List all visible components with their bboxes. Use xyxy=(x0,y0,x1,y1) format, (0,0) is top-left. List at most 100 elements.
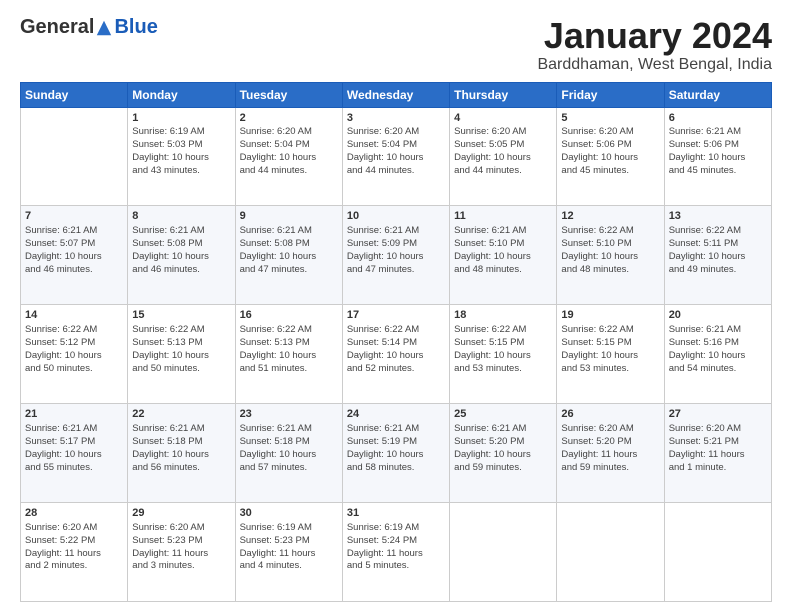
calendar-cell: 15Sunrise: 6:22 AM Sunset: 5:13 PM Dayli… xyxy=(128,305,235,404)
calendar-header-row: Sunday Monday Tuesday Wednesday Thursday… xyxy=(21,82,772,107)
day-number: 22 xyxy=(132,407,230,422)
logo-blue: Blue xyxy=(114,16,157,39)
col-wednesday: Wednesday xyxy=(342,82,449,107)
day-info: Sunrise: 6:20 AM Sunset: 5:21 PM Dayligh… xyxy=(669,423,767,474)
calendar-cell: 8Sunrise: 6:21 AM Sunset: 5:08 PM Daylig… xyxy=(128,206,235,305)
calendar-cell xyxy=(21,107,128,206)
calendar-cell: 21Sunrise: 6:21 AM Sunset: 5:17 PM Dayli… xyxy=(21,404,128,503)
day-info: Sunrise: 6:20 AM Sunset: 5:04 PM Dayligh… xyxy=(347,126,445,177)
day-info: Sunrise: 6:21 AM Sunset: 5:18 PM Dayligh… xyxy=(240,423,338,474)
calendar-cell xyxy=(664,503,771,602)
day-number: 17 xyxy=(347,308,445,323)
calendar-cell: 6Sunrise: 6:21 AM Sunset: 5:06 PM Daylig… xyxy=(664,107,771,206)
day-info: Sunrise: 6:22 AM Sunset: 5:15 PM Dayligh… xyxy=(561,324,659,375)
day-number: 5 xyxy=(561,111,659,126)
day-number: 23 xyxy=(240,407,338,422)
calendar-cell: 20Sunrise: 6:21 AM Sunset: 5:16 PM Dayli… xyxy=(664,305,771,404)
calendar-cell: 10Sunrise: 6:21 AM Sunset: 5:09 PM Dayli… xyxy=(342,206,449,305)
calendar-week-3: 14Sunrise: 6:22 AM Sunset: 5:12 PM Dayli… xyxy=(21,305,772,404)
calendar-cell: 29Sunrise: 6:20 AM Sunset: 5:23 PM Dayli… xyxy=(128,503,235,602)
calendar-cell: 19Sunrise: 6:22 AM Sunset: 5:15 PM Dayli… xyxy=(557,305,664,404)
day-number: 9 xyxy=(240,209,338,224)
day-number: 6 xyxy=(669,111,767,126)
day-number: 8 xyxy=(132,209,230,224)
col-tuesday: Tuesday xyxy=(235,82,342,107)
calendar-cell: 25Sunrise: 6:21 AM Sunset: 5:20 PM Dayli… xyxy=(450,404,557,503)
calendar-cell: 5Sunrise: 6:20 AM Sunset: 5:06 PM Daylig… xyxy=(557,107,664,206)
calendar-cell: 24Sunrise: 6:21 AM Sunset: 5:19 PM Dayli… xyxy=(342,404,449,503)
calendar-cell: 28Sunrise: 6:20 AM Sunset: 5:22 PM Dayli… xyxy=(21,503,128,602)
day-info: Sunrise: 6:21 AM Sunset: 5:20 PM Dayligh… xyxy=(454,423,552,474)
day-info: Sunrise: 6:21 AM Sunset: 5:16 PM Dayligh… xyxy=(669,324,767,375)
calendar-cell: 1Sunrise: 6:19 AM Sunset: 5:03 PM Daylig… xyxy=(128,107,235,206)
day-number: 14 xyxy=(25,308,123,323)
day-number: 2 xyxy=(240,111,338,126)
day-number: 24 xyxy=(347,407,445,422)
day-number: 25 xyxy=(454,407,552,422)
calendar-cell: 14Sunrise: 6:22 AM Sunset: 5:12 PM Dayli… xyxy=(21,305,128,404)
day-info: Sunrise: 6:20 AM Sunset: 5:23 PM Dayligh… xyxy=(132,522,230,573)
calendar-week-4: 21Sunrise: 6:21 AM Sunset: 5:17 PM Dayli… xyxy=(21,404,772,503)
day-info: Sunrise: 6:21 AM Sunset: 5:10 PM Dayligh… xyxy=(454,225,552,276)
calendar-cell: 18Sunrise: 6:22 AM Sunset: 5:15 PM Dayli… xyxy=(450,305,557,404)
day-number: 19 xyxy=(561,308,659,323)
calendar-cell: 3Sunrise: 6:20 AM Sunset: 5:04 PM Daylig… xyxy=(342,107,449,206)
col-thursday: Thursday xyxy=(450,82,557,107)
calendar-cell: 26Sunrise: 6:20 AM Sunset: 5:20 PM Dayli… xyxy=(557,404,664,503)
day-info: Sunrise: 6:20 AM Sunset: 5:04 PM Dayligh… xyxy=(240,126,338,177)
day-number: 28 xyxy=(25,506,123,521)
day-info: Sunrise: 6:21 AM Sunset: 5:19 PM Dayligh… xyxy=(347,423,445,474)
calendar-cell: 13Sunrise: 6:22 AM Sunset: 5:11 PM Dayli… xyxy=(664,206,771,305)
calendar-cell: 4Sunrise: 6:20 AM Sunset: 5:05 PM Daylig… xyxy=(450,107,557,206)
day-number: 7 xyxy=(25,209,123,224)
day-info: Sunrise: 6:22 AM Sunset: 5:15 PM Dayligh… xyxy=(454,324,552,375)
logo-general: General xyxy=(20,16,94,39)
day-info: Sunrise: 6:21 AM Sunset: 5:08 PM Dayligh… xyxy=(132,225,230,276)
day-number: 30 xyxy=(240,506,338,521)
calendar-cell xyxy=(450,503,557,602)
day-number: 12 xyxy=(561,209,659,224)
day-info: Sunrise: 6:21 AM Sunset: 5:08 PM Dayligh… xyxy=(240,225,338,276)
calendar-cell: 11Sunrise: 6:21 AM Sunset: 5:10 PM Dayli… xyxy=(450,206,557,305)
day-info: Sunrise: 6:22 AM Sunset: 5:13 PM Dayligh… xyxy=(240,324,338,375)
location: Barddhaman, West Bengal, India xyxy=(537,56,772,74)
day-info: Sunrise: 6:19 AM Sunset: 5:24 PM Dayligh… xyxy=(347,522,445,573)
calendar: Sunday Monday Tuesday Wednesday Thursday… xyxy=(20,82,772,602)
day-info: Sunrise: 6:21 AM Sunset: 5:18 PM Dayligh… xyxy=(132,423,230,474)
day-info: Sunrise: 6:22 AM Sunset: 5:11 PM Dayligh… xyxy=(669,225,767,276)
col-saturday: Saturday xyxy=(664,82,771,107)
calendar-cell: 16Sunrise: 6:22 AM Sunset: 5:13 PM Dayli… xyxy=(235,305,342,404)
calendar-week-5: 28Sunrise: 6:20 AM Sunset: 5:22 PM Dayli… xyxy=(21,503,772,602)
calendar-cell: 27Sunrise: 6:20 AM Sunset: 5:21 PM Dayli… xyxy=(664,404,771,503)
col-friday: Friday xyxy=(557,82,664,107)
day-info: Sunrise: 6:20 AM Sunset: 5:05 PM Dayligh… xyxy=(454,126,552,177)
title-block: January 2024 Barddhaman, West Bengal, In… xyxy=(537,16,772,74)
day-number: 18 xyxy=(454,308,552,323)
day-number: 4 xyxy=(454,111,552,126)
calendar-cell: 31Sunrise: 6:19 AM Sunset: 5:24 PM Dayli… xyxy=(342,503,449,602)
day-number: 31 xyxy=(347,506,445,521)
calendar-cell: 9Sunrise: 6:21 AM Sunset: 5:08 PM Daylig… xyxy=(235,206,342,305)
calendar-cell xyxy=(557,503,664,602)
page: General Blue January 2024 Barddhaman, We… xyxy=(0,0,792,612)
day-info: Sunrise: 6:21 AM Sunset: 5:09 PM Dayligh… xyxy=(347,225,445,276)
day-info: Sunrise: 6:20 AM Sunset: 5:20 PM Dayligh… xyxy=(561,423,659,474)
day-number: 26 xyxy=(561,407,659,422)
day-number: 15 xyxy=(132,308,230,323)
calendar-cell: 7Sunrise: 6:21 AM Sunset: 5:07 PM Daylig… xyxy=(21,206,128,305)
col-sunday: Sunday xyxy=(21,82,128,107)
day-info: Sunrise: 6:22 AM Sunset: 5:13 PM Dayligh… xyxy=(132,324,230,375)
day-info: Sunrise: 6:19 AM Sunset: 5:23 PM Dayligh… xyxy=(240,522,338,573)
day-number: 1 xyxy=(132,111,230,126)
day-info: Sunrise: 6:21 AM Sunset: 5:07 PM Dayligh… xyxy=(25,225,123,276)
calendar-cell: 23Sunrise: 6:21 AM Sunset: 5:18 PM Dayli… xyxy=(235,404,342,503)
header: General Blue January 2024 Barddhaman, We… xyxy=(20,16,772,74)
calendar-cell: 22Sunrise: 6:21 AM Sunset: 5:18 PM Dayli… xyxy=(128,404,235,503)
day-info: Sunrise: 6:20 AM Sunset: 5:22 PM Dayligh… xyxy=(25,522,123,573)
day-info: Sunrise: 6:22 AM Sunset: 5:14 PM Dayligh… xyxy=(347,324,445,375)
day-number: 11 xyxy=(454,209,552,224)
calendar-week-1: 1Sunrise: 6:19 AM Sunset: 5:03 PM Daylig… xyxy=(21,107,772,206)
day-info: Sunrise: 6:21 AM Sunset: 5:17 PM Dayligh… xyxy=(25,423,123,474)
day-number: 13 xyxy=(669,209,767,224)
col-monday: Monday xyxy=(128,82,235,107)
